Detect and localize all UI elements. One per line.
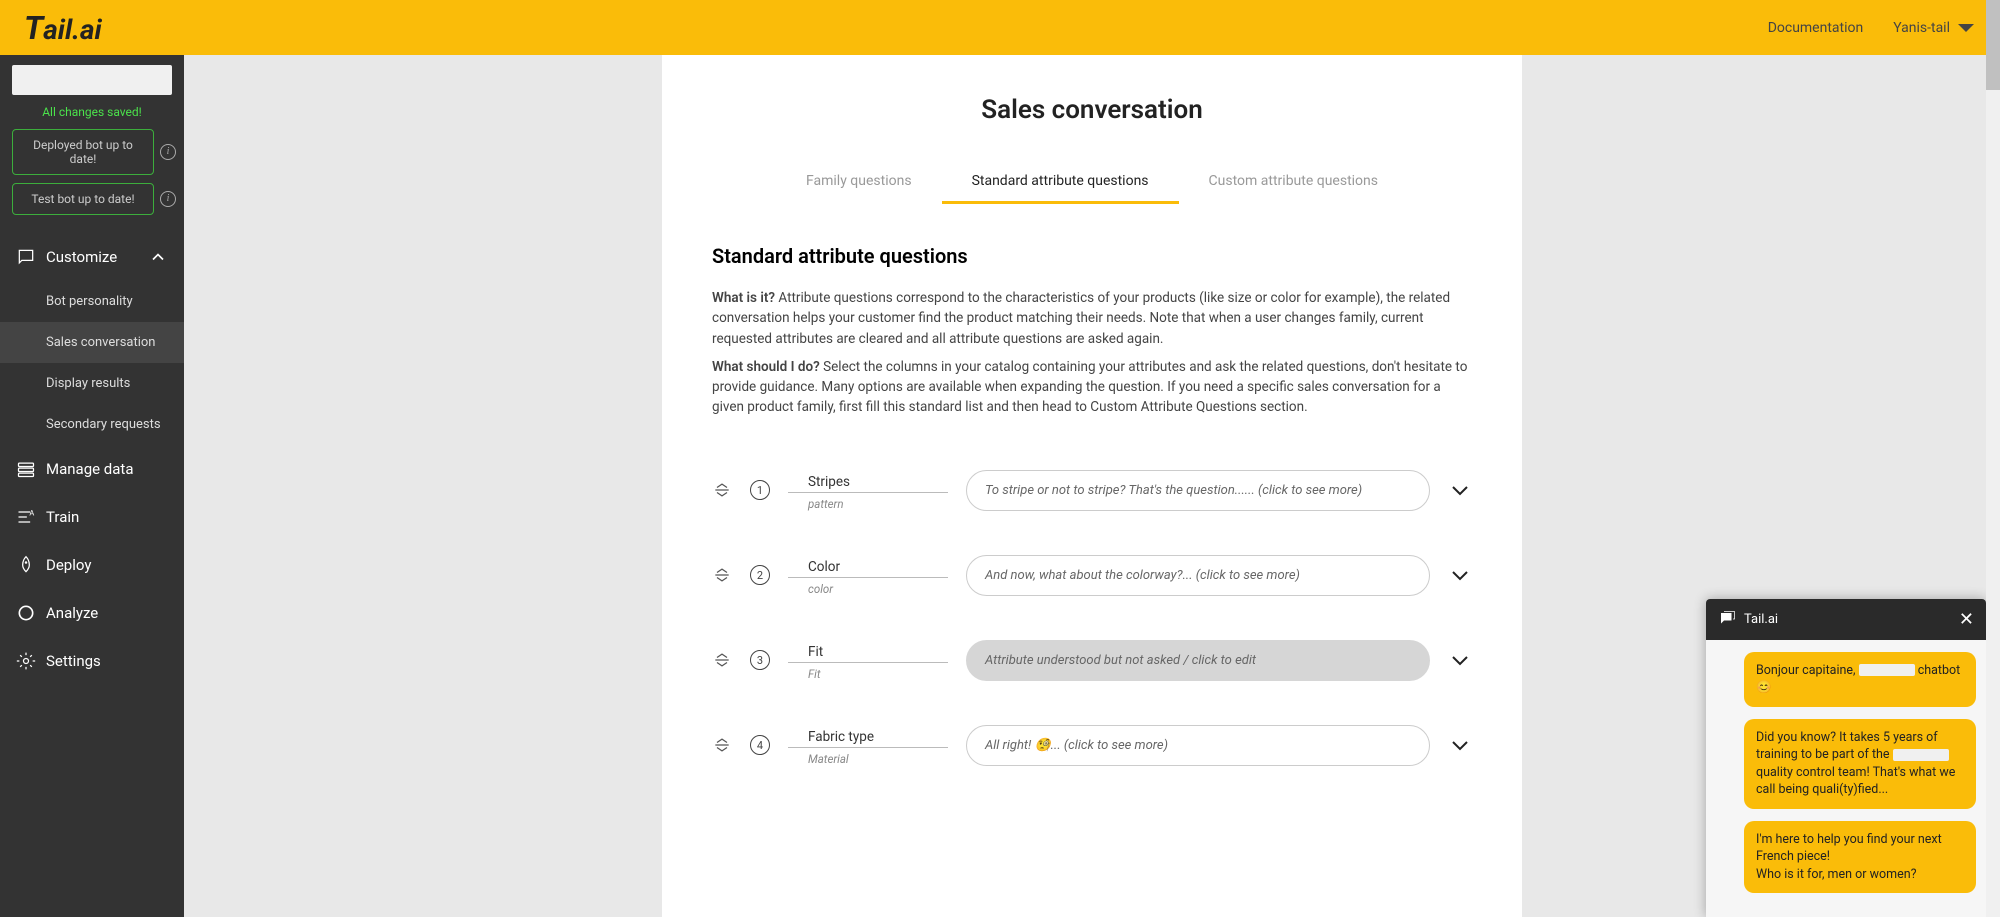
train-icon: A (16, 507, 36, 527)
gear-icon (16, 651, 36, 671)
svg-text:A: A (29, 508, 34, 517)
question-number: 4 (750, 735, 770, 755)
question-row: 3 Fit Fit Attribute understood but not a… (712, 618, 1472, 703)
nav-train[interactable]: A Train (0, 493, 184, 541)
nav-deploy[interactable]: Deploy (0, 541, 184, 589)
tabs: Family questions Standard attribute ques… (662, 165, 1522, 204)
question-row: 1 Stripes pattern To stripe or not to st… (712, 448, 1472, 533)
chevron-down-icon[interactable] (1448, 733, 1472, 757)
sidebar: All changes saved! Deployed bot up to da… (0, 55, 184, 917)
section-heading: Standard attribute questions (712, 244, 1472, 268)
drag-handle-icon[interactable] (712, 480, 732, 500)
question-number: 2 (750, 565, 770, 585)
question-number: 1 (750, 480, 770, 500)
drag-handle-icon[interactable] (712, 650, 732, 670)
question-row: 4 Fabric type Material All right! 🧐... (… (712, 703, 1472, 788)
save-status: All changes saved! (12, 101, 172, 129)
logo[interactable]: Tail.ai (24, 9, 102, 47)
tab-family[interactable]: Family questions (776, 165, 942, 204)
nav-sales-conversation[interactable]: Sales conversation (0, 322, 184, 363)
attribute-subtitle: color (788, 578, 948, 596)
drag-handle-icon[interactable] (712, 735, 732, 755)
nav-display-results[interactable]: Display results (0, 363, 184, 404)
topbar: Tail.ai Documentation Yanis-tail (0, 0, 2000, 55)
deployed-badge[interactable]: Deployed bot up to date! (12, 129, 154, 175)
chevron-up-icon (148, 247, 168, 267)
tab-custom[interactable]: Custom attribute questions (1179, 165, 1408, 204)
attribute-title[interactable]: Stripes (788, 470, 948, 493)
question-row: 2 Color color And now, what about the co… (712, 533, 1472, 618)
caret-down-icon (1956, 18, 1976, 38)
rocket-icon (16, 555, 36, 575)
nav-manage-data[interactable]: Manage data (0, 445, 184, 493)
test-badge[interactable]: Test bot up to date! (12, 183, 154, 215)
chat-header[interactable]: Tail.ai ✕ (1706, 599, 1986, 640)
nav-customize[interactable]: Customize (0, 233, 184, 281)
scrollbar[interactable] (1986, 0, 2000, 917)
drag-handle-icon[interactable] (712, 565, 732, 585)
attribute-subtitle: Material (788, 748, 948, 766)
chat-icon (16, 247, 36, 267)
documentation-link[interactable]: Documentation (1768, 20, 1864, 36)
chat-message: Did you know? It takes 5 years of traini… (1744, 719, 1976, 809)
chat-message: I'm here to help you find your next Fren… (1744, 821, 1976, 894)
nav-settings[interactable]: Settings (0, 637, 184, 685)
question-number: 3 (750, 650, 770, 670)
attribute-subtitle: Fit (788, 663, 948, 681)
chat-bubble-icon (1718, 610, 1736, 628)
chat-body[interactable]: Bonjour capitaine, chatbot 😊 Did you know… (1706, 640, 1986, 917)
chat-widget: Tail.ai ✕ Bonjour capitaine, chatbot 😊 Di… (1706, 599, 1986, 917)
attribute-title[interactable]: Color (788, 555, 948, 578)
attribute-subtitle: pattern (788, 493, 948, 511)
chat-message: Bonjour capitaine, chatbot 😊 (1744, 652, 1976, 707)
chevron-down-icon[interactable] (1448, 563, 1472, 587)
nav-analyze[interactable]: Analyze (0, 589, 184, 637)
attribute-title[interactable]: Fit (788, 640, 948, 663)
attribute-title[interactable]: Fabric type (788, 725, 948, 748)
what-is-it-desc: What is it? Attribute questions correspo… (712, 288, 1472, 349)
what-should-desc: What should I do? Select the columns in … (712, 357, 1472, 418)
question-prompt-input[interactable]: Attribute understood but not asked / cli… (966, 640, 1430, 681)
question-prompt-input[interactable]: To stripe or not to stripe? That's the q… (966, 470, 1430, 511)
chevron-down-icon[interactable] (1448, 648, 1472, 672)
question-prompt-input[interactable]: All right! 🧐... (click to see more) (966, 725, 1430, 766)
brand-logo-box (12, 65, 172, 95)
nav-bot-personality[interactable]: Bot personality (0, 281, 184, 322)
page-title: Sales conversation (662, 95, 1522, 125)
tab-standard[interactable]: Standard attribute questions (942, 165, 1179, 204)
chat-close-icon[interactable]: ✕ (1959, 609, 1974, 630)
database-icon (16, 459, 36, 479)
nav-secondary-requests[interactable]: Secondary requests (0, 404, 184, 445)
scrollbar-thumb[interactable] (1986, 0, 2000, 90)
chevron-down-icon[interactable] (1448, 478, 1472, 502)
info-icon[interactable]: i (160, 191, 176, 207)
info-icon[interactable]: i (160, 144, 176, 160)
analyze-icon (16, 603, 36, 623)
question-prompt-input[interactable]: And now, what about the colorway?... (cl… (966, 555, 1430, 596)
user-menu[interactable]: Yanis-tail (1893, 18, 1976, 38)
